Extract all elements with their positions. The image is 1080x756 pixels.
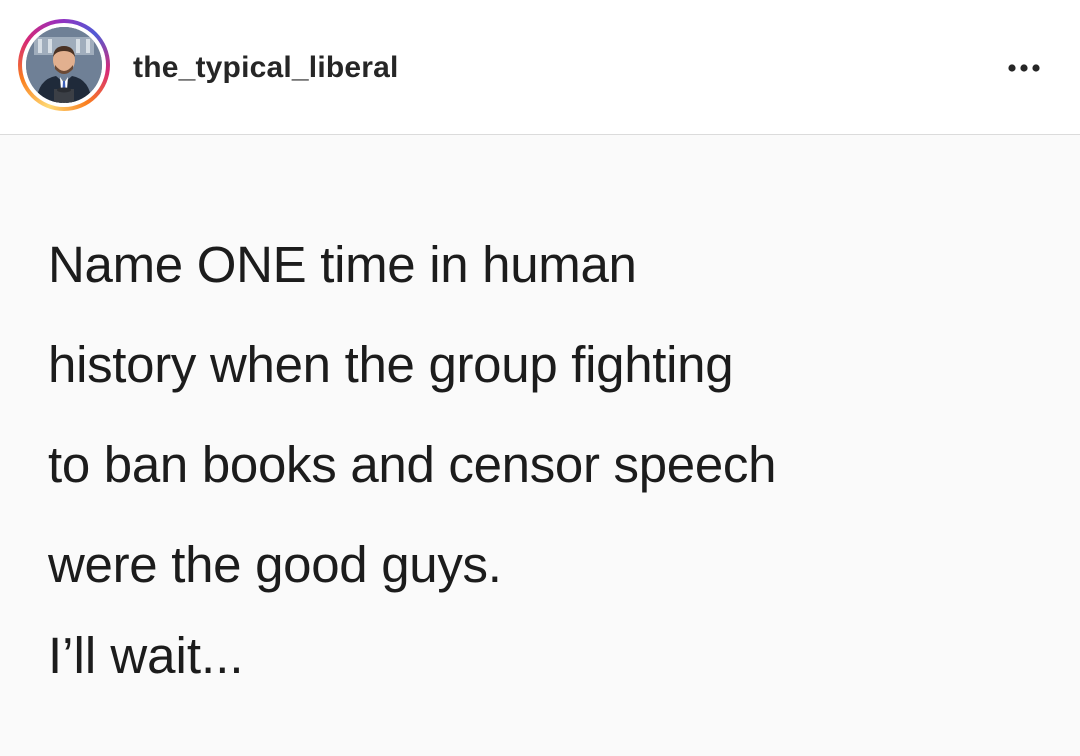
post-text: Name ONE time in human history when the … bbox=[48, 215, 1058, 615]
avatar[interactable] bbox=[26, 27, 102, 103]
story-ring[interactable] bbox=[18, 19, 110, 111]
post-closing-line: I’ll wait... bbox=[48, 627, 244, 684]
more-horizontal-icon bbox=[1008, 64, 1040, 72]
avatar-image bbox=[26, 27, 102, 103]
username[interactable]: the_typical_liberal bbox=[133, 50, 399, 86]
post-header: the_typical_liberal bbox=[0, 0, 1080, 135]
avatar-frame bbox=[22, 23, 106, 107]
post-text-line: were the good guys. bbox=[48, 536, 502, 593]
post-text-line: history when the group fighting bbox=[48, 336, 734, 393]
post-text-line: Name ONE time in human bbox=[48, 236, 637, 293]
post-text-line: to ban books and censor speech bbox=[48, 436, 777, 493]
post-image: Name ONE time in human history when the … bbox=[0, 135, 1080, 756]
more-options-button[interactable] bbox=[1004, 56, 1044, 80]
